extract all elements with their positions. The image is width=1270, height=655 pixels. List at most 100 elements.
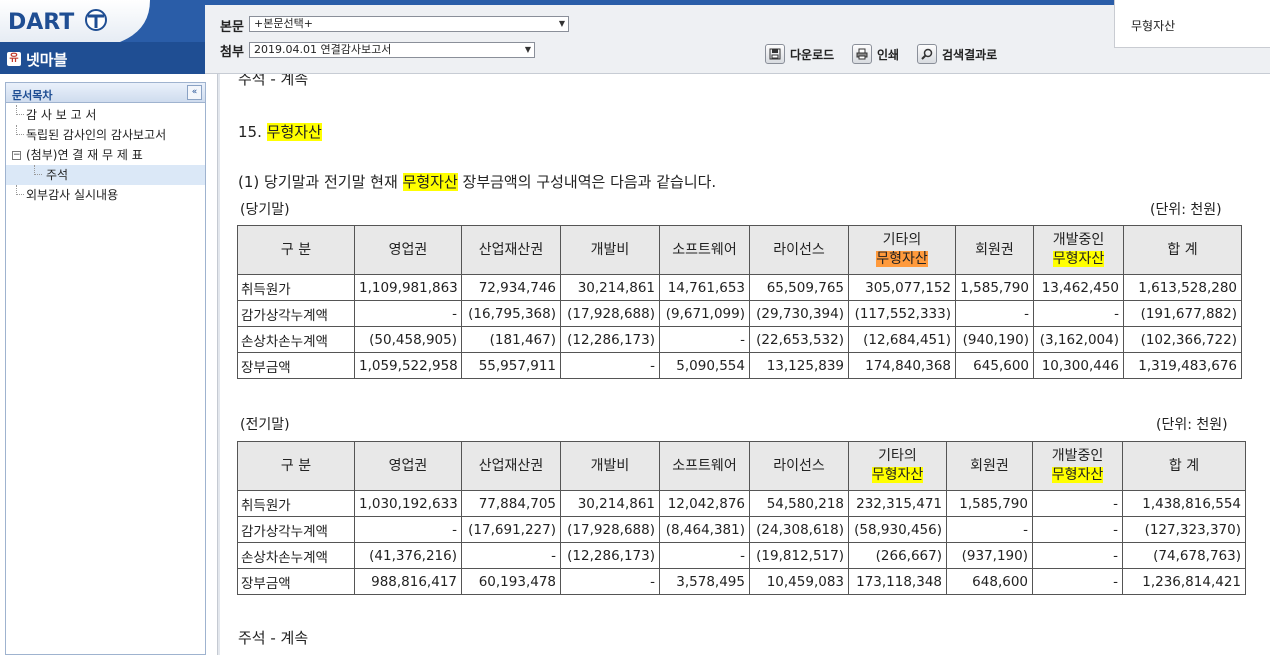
value-cell: (12,286,173) bbox=[560, 542, 660, 569]
toc-item-label: 외부감사 실시내용 bbox=[26, 188, 119, 202]
value-cell: 55,957,911 bbox=[461, 352, 561, 379]
header-line: 개발중인 bbox=[1052, 232, 1105, 248]
value-cell: (58,930,456) bbox=[848, 516, 947, 543]
print-label: 인쇄 bbox=[877, 47, 900, 62]
header-industrial-property: 산업재산권 bbox=[461, 225, 561, 275]
value-cell: - bbox=[946, 516, 1033, 543]
dart-viewer: DART 유 넷마블 본문 +본문선택+ ▼ 첨부 2019.04.01 연결감… bbox=[0, 0, 1270, 655]
header-membership: 회원권 bbox=[946, 441, 1033, 491]
table-body: 취득원가 1,109,981,863 72,934,746 30,214,861 14,… bbox=[237, 274, 1242, 379]
header-bar: DART 유 넷마블 본문 +본문선택+ ▼ 첨부 2019.04.01 연결감… bbox=[0, 0, 1270, 74]
value-cell: 1,236,814,421 bbox=[1122, 568, 1246, 595]
search-term-popup: 무형자산 bbox=[1114, 0, 1270, 48]
value-cell: 30,214,861 bbox=[560, 274, 660, 301]
continued-footer: 주석 - 계속 bbox=[238, 629, 309, 647]
attach-select-value: 2019.04.01 연결감사보고서 bbox=[254, 43, 392, 56]
header-goodwill: 영업권 bbox=[354, 441, 462, 491]
section-number: 15. bbox=[238, 123, 262, 141]
body-label: 본문 bbox=[220, 20, 244, 35]
collapse-minus-icon[interactable]: − bbox=[12, 151, 21, 160]
collapse-panel-icon[interactable]: « bbox=[187, 85, 202, 100]
tree-line bbox=[34, 165, 42, 175]
value-cell: 54,580,218 bbox=[749, 490, 849, 517]
value-cell: 1,585,790 bbox=[946, 490, 1033, 517]
company-bar: 유 넷마블 bbox=[0, 42, 205, 74]
table-row: 취득원가 1,030,192,633 77,884,705 30,214,861 12,… bbox=[237, 490, 1246, 517]
document-content: 주석 - 계속 15. 무형자산 (1) 당기말과 전기말 현재 무형자산 장부… bbox=[220, 74, 1270, 655]
company-badge-icon: 유 bbox=[7, 52, 21, 66]
value-cell: (16,795,368) bbox=[461, 300, 561, 327]
download-button[interactable]: 다운로드 bbox=[765, 44, 834, 64]
row-label-cell: 감가상각누계액 bbox=[237, 300, 355, 327]
value-cell: 988,816,417 bbox=[354, 568, 462, 595]
value-cell: 174,840,368 bbox=[848, 352, 956, 379]
value-cell: - bbox=[354, 516, 462, 543]
header-total: 합 계 bbox=[1122, 441, 1246, 491]
value-cell: (17,928,688) bbox=[560, 516, 660, 543]
value-cell: 5,090,554 bbox=[659, 352, 750, 379]
value-cell: (9,671,099) bbox=[659, 300, 750, 327]
magnifier-icon bbox=[917, 44, 937, 64]
header-category: 구 분 bbox=[237, 441, 355, 491]
header-license: 라이선스 bbox=[749, 225, 849, 275]
table-row: 손상차손누계액 (41,376,216) - (12,286,173) - (19,812… bbox=[237, 542, 1246, 569]
toc-item-external-audit[interactable]: 외부감사 실시내용 bbox=[6, 185, 205, 205]
value-cell: (29,730,394) bbox=[749, 300, 849, 327]
header-development-cost: 개발비 bbox=[560, 441, 660, 491]
search-results-button[interactable]: 검색결과로 bbox=[917, 44, 997, 64]
company-name: 넷마블 bbox=[26, 51, 68, 69]
toc-panel: 문서목차 « 감 사 보 고 서 독립된 감사인의 감사보고서 − (첨부)연 … bbox=[5, 82, 206, 655]
header-license: 라이선스 bbox=[749, 441, 849, 491]
header-line: 기타의 bbox=[882, 232, 922, 248]
row-label-cell: 손상차손누계액 bbox=[237, 542, 355, 569]
toc-item-independent-auditor[interactable]: 독립된 감사인의 감사보고서 bbox=[6, 125, 205, 145]
table-body: 취득원가 1,030,192,633 77,884,705 30,214,861 12,… bbox=[237, 490, 1246, 595]
attach-select[interactable]: 2019.04.01 연결감사보고서 ▼ bbox=[249, 42, 535, 58]
toc-item-label: 감 사 보 고 서 bbox=[26, 108, 97, 122]
search-results-label: 검색결과로 bbox=[942, 47, 998, 62]
search-term-text: 무형자산 bbox=[1131, 19, 1176, 33]
value-cell: (266,667) bbox=[848, 542, 947, 569]
value-cell: 305,077,152 bbox=[848, 274, 956, 301]
value-cell: 13,462,450 bbox=[1033, 274, 1124, 301]
toc-item-audit-report[interactable]: 감 사 보 고 서 bbox=[6, 105, 205, 125]
tree-line bbox=[16, 105, 24, 115]
print-button[interactable]: 인쇄 bbox=[852, 44, 899, 64]
header-other-intangibles: 기타의 무형자산 bbox=[848, 441, 947, 491]
dart-logo[interactable]: DART bbox=[0, 0, 205, 42]
toc-item-notes[interactable]: 주석 bbox=[6, 165, 205, 185]
save-disk-icon bbox=[765, 44, 785, 64]
row-label-cell: 장부금액 bbox=[237, 352, 355, 379]
value-cell: 1,438,816,554 bbox=[1122, 490, 1246, 517]
header-intangibles-in-progress: 개발중인 무형자산 bbox=[1032, 441, 1123, 491]
value-cell: (50,458,905) bbox=[354, 326, 462, 353]
value-cell: (17,928,688) bbox=[560, 300, 660, 327]
value-cell: (24,308,618) bbox=[749, 516, 849, 543]
printer-icon bbox=[852, 44, 872, 64]
value-cell: 77,884,705 bbox=[461, 490, 561, 517]
value-cell: - bbox=[354, 300, 462, 327]
header-highlight: 무형자산 bbox=[1052, 251, 1105, 267]
value-cell: - bbox=[659, 326, 750, 353]
value-cell: - bbox=[560, 352, 660, 379]
value-cell: - bbox=[560, 568, 660, 595]
section-heading: 15. 무형자산 bbox=[238, 121, 322, 142]
toc-title: 문서목차 bbox=[12, 89, 53, 102]
table-row: 취득원가 1,109,981,863 72,934,746 30,214,861 14,… bbox=[237, 274, 1242, 301]
table2-label: (전기말) bbox=[240, 417, 290, 433]
body-select-value: +본문선택+ bbox=[254, 17, 313, 30]
header-software: 소프트웨어 bbox=[659, 441, 750, 491]
value-cell: (8,464,381) bbox=[659, 516, 750, 543]
row-label-cell: 감가상각누계액 bbox=[237, 516, 355, 543]
body-select[interactable]: +본문선택+ ▼ bbox=[249, 16, 569, 32]
header-other-intangibles: 기타의 무형자산 bbox=[848, 225, 956, 275]
toc-item-consolidated-fs[interactable]: − (첨부)연 결 재 무 제 표 bbox=[6, 145, 205, 165]
value-cell: - bbox=[1032, 516, 1123, 543]
value-cell: 1,030,192,633 bbox=[354, 490, 462, 517]
row-label-cell: 손상차손누계액 bbox=[237, 326, 355, 353]
value-cell: (191,677,882) bbox=[1123, 300, 1242, 327]
current-period-table: 구 분 영업권 산업재산권 개발비 소프트웨어 라이선스 기타의 무형자산 회원권… bbox=[237, 225, 1242, 379]
row-label-cell: 장부금액 bbox=[237, 568, 355, 595]
toc-sidebar: 문서목차 « 감 사 보 고 서 독립된 감사인의 감사보고서 − (첨부)연 … bbox=[0, 74, 218, 655]
header-membership: 회원권 bbox=[955, 225, 1034, 275]
